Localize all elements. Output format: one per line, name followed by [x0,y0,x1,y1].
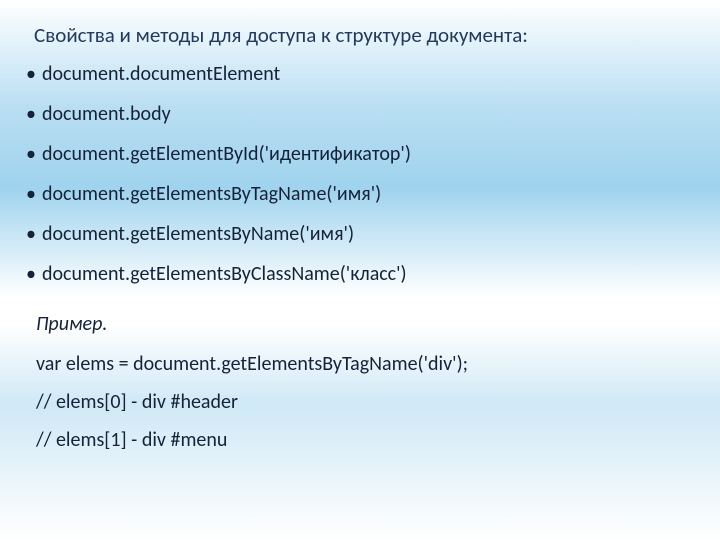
code-line: var elems = document.getElementsByTagNam… [36,352,700,376]
list-item: document.getElementsByTagName('имя') [26,182,700,206]
code-line: // elems[0] - div #header [36,390,700,414]
list-item: document.documentElement [26,62,700,86]
code-line: // elems[1] - div #menu [36,428,700,452]
list-item: document.getElementById('идентификатор') [26,142,700,166]
list-item: document.body [26,102,700,126]
list-item: document.getElementsByClassName('класс') [26,262,700,286]
example-block: Пример. var elems = document.getElements… [36,312,700,452]
example-label: Пример. [36,312,700,336]
slide-heading: Свойства и методы для доступа к структур… [34,22,700,48]
list-item: document.getElementsByName('имя') [26,222,700,246]
property-list: document.documentElement document.body d… [26,62,700,286]
